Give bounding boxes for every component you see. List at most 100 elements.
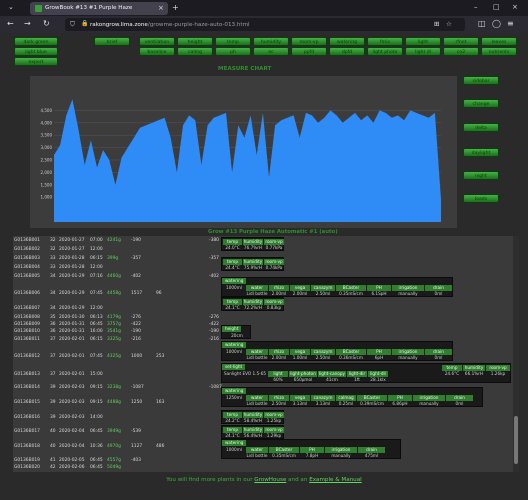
metric-ventilation-button[interactable]: ventilation: [139, 37, 175, 46]
metric-ec-button[interactable]: ec: [253, 47, 289, 56]
row-day: 39: [50, 385, 56, 390]
metric-rfnet-button[interactable]: rfnet: [443, 37, 479, 46]
metric-leaves-button[interactable]: leaves: [481, 37, 517, 46]
metric-humidity-button[interactable]: humidity: [253, 37, 289, 46]
dark-green-button[interactable]: dark green: [14, 37, 58, 46]
row-id: G0136B016: [14, 415, 40, 420]
row-weight: 4458g: [107, 291, 121, 296]
metric-calmg-button[interactable]: calmg: [177, 47, 213, 56]
metric-fmix-button[interactable]: fmix: [367, 37, 403, 46]
metric-temp-button[interactable]: temp: [215, 37, 251, 46]
subtable-value: 0.74kPa: [265, 265, 283, 270]
metric-co2-button[interactable]: co2: [443, 47, 479, 56]
metric-brief-button[interactable]: brief: [94, 37, 130, 46]
row-change: -380: [209, 238, 219, 243]
metric-height-button[interactable]: height: [177, 37, 213, 46]
climate-subtable: temp humidity room-vp 24.4°C 75.9%rH 0.7…: [221, 257, 284, 271]
subtable-value: 24.2°C: [225, 418, 240, 423]
subtable-value: 60%: [273, 377, 283, 382]
bookmark-star-icon[interactable]: ☆: [446, 20, 452, 28]
row-day: 37: [50, 354, 56, 359]
watering-subtable: watering water rhizo vega canazym calmag…: [221, 387, 483, 407]
row-time: 06:45: [90, 465, 103, 470]
url-host: rakongrow.lima.zone: [90, 21, 148, 28]
footer: You will find more plants in our GrowHou…: [0, 477, 528, 483]
tab-close-icon[interactable]: ×: [158, 4, 164, 12]
climate-subtable: temp humidity room-vp 24.1°C 56.4%rH 1.2…: [221, 425, 284, 439]
row-change: -402: [209, 274, 219, 279]
menu-icon[interactable]: ≡: [507, 19, 514, 28]
metric-ph-button[interactable]: ph: [215, 47, 251, 56]
y-tick-label: 1,500: [41, 182, 53, 187]
new-tab-icon[interactable]: +: [172, 3, 179, 12]
table-row[interactable]: G0136B020 42 2020-02-06 06:45 5049g: [13, 463, 513, 472]
shield-icon[interactable]: ⛉: [70, 20, 75, 29]
log-scrollbar[interactable]: [513, 236, 519, 472]
translate-icon[interactable]: ⊞: [434, 20, 439, 28]
metric-ppfd-button[interactable]: ppfd: [291, 47, 327, 56]
metric-baseline-button[interactable]: baseline: [139, 47, 175, 56]
subtable-value: 2.50ml: [315, 291, 331, 296]
row-time: 06:15: [90, 256, 103, 261]
tab-list-icon[interactable]: ⌄: [8, 3, 14, 11]
delta-button[interactable]: delta: [463, 123, 499, 132]
subtable-value: 1250ml: [226, 395, 242, 400]
metric-light-dl-button[interactable]: light dl: [405, 47, 441, 56]
watering-subtable: watering water rhizo vega canazym BCaste…: [221, 277, 453, 297]
example-manual-link[interactable]: Example & Manual: [309, 477, 362, 483]
grow-log[interactable]: G0136B001 32 2020-01-27 07:00 4241g -190 -380 …: [13, 236, 513, 472]
minimize-icon[interactable]: –: [474, 3, 478, 11]
subtable-value: 6pH: [374, 355, 384, 360]
growhouse-link[interactable]: GrowHouse: [254, 477, 286, 483]
subtable-value: manually: [331, 453, 351, 458]
subtable-value: 76.7%rH: [243, 245, 263, 250]
account-icon[interactable]: ◯: [492, 19, 501, 28]
row-water: 1000: [131, 354, 143, 359]
address-bar[interactable]: ⛉ 🔒 rakongrow.lima.zone/growme-purple-ha…: [65, 18, 465, 31]
row-day: 37: [50, 372, 56, 377]
scrollbar-thumb[interactable]: [514, 416, 518, 464]
subtable-title: watering: [222, 440, 247, 446]
light-blue-button[interactable]: light blue: [14, 47, 58, 56]
export-button[interactable]: export: [14, 57, 58, 66]
subtable-value: Lidl bottle: [246, 401, 268, 406]
night-button[interactable]: night: [463, 171, 499, 180]
metric-nutrients-button[interactable]: nutrients: [481, 47, 517, 56]
metric-watering-button[interactable]: watering: [329, 37, 365, 46]
subtable-value: 475ml: [364, 453, 379, 458]
loads-button[interactable]: loads: [463, 194, 499, 203]
metric-light-button[interactable]: light: [405, 37, 441, 46]
change-button[interactable]: change: [463, 99, 499, 108]
subtable-value: 72.2%rH: [243, 305, 263, 310]
metric-dpfd-button[interactable]: dpfd: [329, 47, 365, 56]
maximize-icon[interactable]: □: [493, 3, 500, 11]
row-value: 163: [156, 400, 165, 405]
daylight-button[interactable]: daylight: [463, 148, 499, 157]
row-time: 06:45: [90, 429, 103, 434]
subtable-value: 41cm: [326, 377, 338, 382]
subtable-value: 20cm: [231, 333, 243, 338]
row-water: 1127: [131, 444, 143, 449]
reload-icon[interactable]: ↻: [43, 19, 50, 28]
metric-light-photo-button[interactable]: light photo: [367, 47, 403, 56]
row-day: 39: [50, 415, 56, 420]
row-time: 14:00: [90, 415, 103, 420]
back-icon[interactable]: ←: [7, 19, 14, 28]
lock-icon[interactable]: 🔒: [81, 20, 88, 27]
row-weight: 3238g: [107, 385, 121, 390]
subtable-title: set-light: [222, 364, 246, 370]
row-day: 34: [50, 291, 56, 296]
row-change: -1087: [209, 385, 222, 390]
sidebar-button[interactable]: sidebar: [463, 76, 499, 85]
metric-room-vp-button[interactable]: room-vp: [291, 37, 327, 46]
forward-icon[interactable]: →: [24, 19, 31, 28]
footer-middle: and an: [288, 477, 308, 483]
browser-tab[interactable]: GrowBook #13 #1 Purple Haze ×: [30, 2, 168, 15]
subtable-value: 24.1°C: [225, 305, 240, 310]
row-id: G0136B015: [14, 400, 40, 405]
pocket-icon[interactable]: ◫: [478, 19, 486, 28]
subtable-value: 0.25ml: [338, 401, 354, 406]
window-close-icon[interactable]: ×: [512, 3, 518, 11]
height-subtable: height 20cm: [221, 325, 251, 339]
row-value: 253: [156, 354, 165, 359]
